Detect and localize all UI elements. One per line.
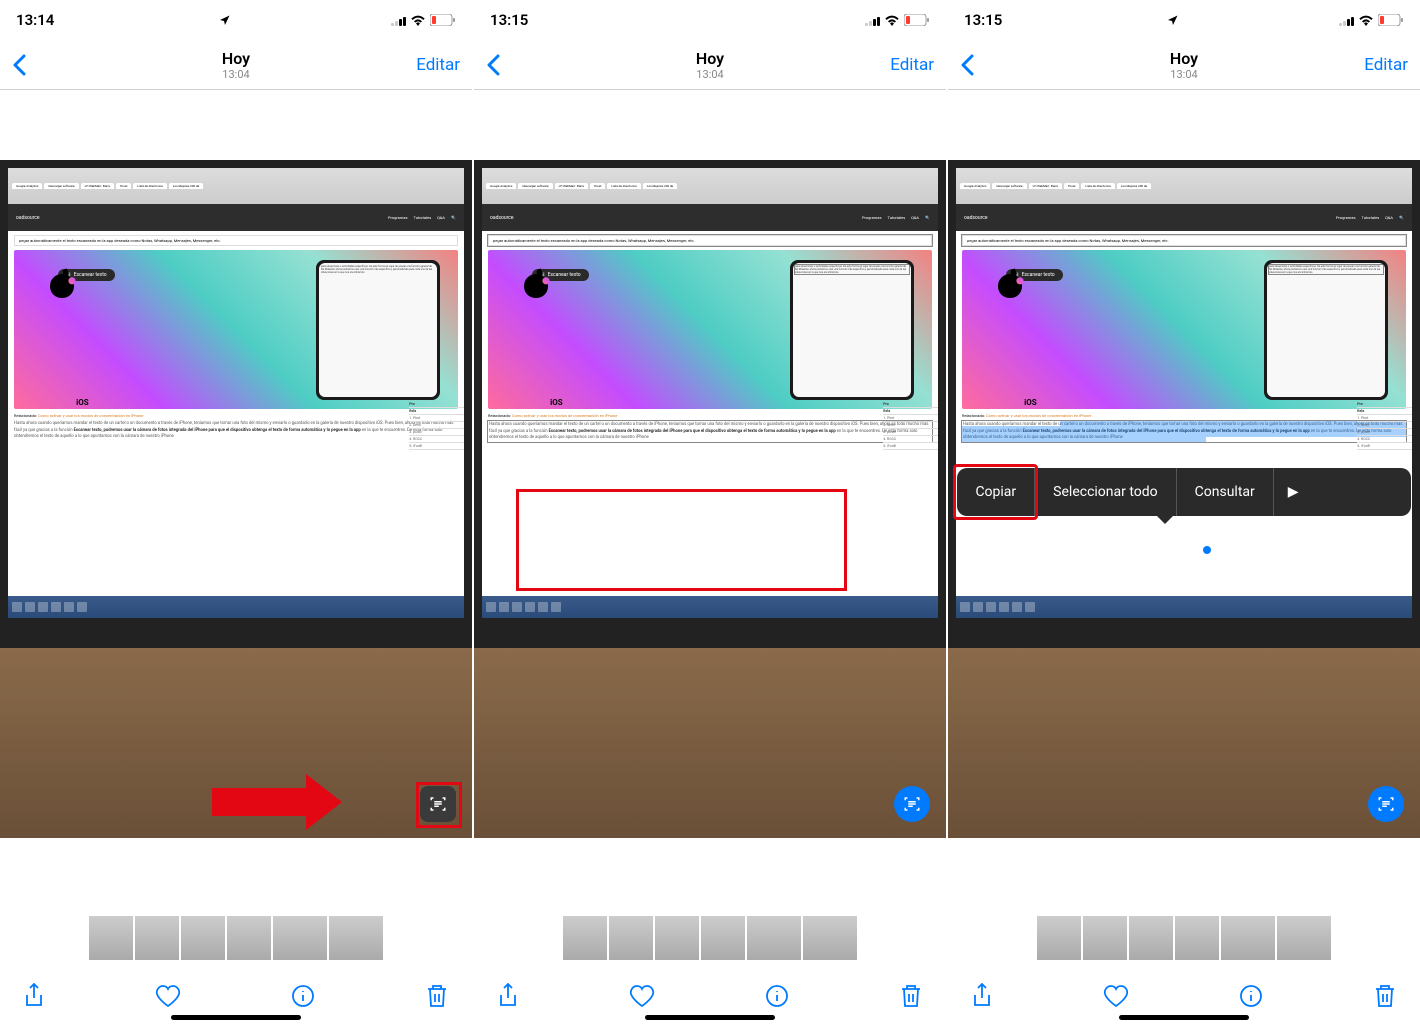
back-button[interactable] xyxy=(486,54,500,76)
edit-button[interactable]: Editar xyxy=(890,55,934,75)
battery-icon xyxy=(430,14,456,26)
annotation-box-copy xyxy=(953,464,1038,520)
edit-button[interactable]: Editar xyxy=(1364,55,1408,75)
signal-icon xyxy=(391,15,406,26)
wifi-icon xyxy=(410,14,426,26)
article-paragraph: Hasta ahora cuando queríamos mandar el t… xyxy=(14,421,458,440)
nav-subtitle: 13:04 xyxy=(696,68,724,81)
back-button[interactable] xyxy=(12,54,26,76)
battery-icon xyxy=(904,14,930,26)
favorite-button[interactable] xyxy=(1103,984,1129,1008)
nav-bar: Hoy13:04 Editar xyxy=(474,40,946,90)
info-button[interactable] xyxy=(1239,984,1263,1008)
annotation-box-text xyxy=(516,489,846,591)
favorite-button[interactable] xyxy=(155,984,181,1008)
screenshot-panel-2: 13:15 Hoy13:04 Editar Google AnalyticsDe… xyxy=(474,0,948,1024)
home-indicator[interactable] xyxy=(171,1015,301,1020)
live-text-button-active[interactable] xyxy=(1368,786,1404,822)
thumbnail-strip[interactable] xyxy=(948,908,1420,968)
share-button[interactable] xyxy=(24,983,44,1009)
selected-text-block[interactable]: Hasta ahora cuando queríamos mandar el t… xyxy=(962,421,1406,442)
info-button[interactable] xyxy=(765,984,789,1008)
location-icon xyxy=(219,14,231,26)
nav-title: Hoy xyxy=(1170,49,1198,68)
wifi-icon xyxy=(1358,14,1374,26)
text-context-menu: Copiar Seleccionar todo Consultar ▶ xyxy=(957,468,1410,516)
nav-title: Hoy xyxy=(222,49,250,68)
status-time: 13:15 xyxy=(964,11,1002,29)
image-caption: pegar automáticamente el texto escaneado… xyxy=(14,235,458,246)
favorite-button[interactable] xyxy=(629,984,655,1008)
nav-title: Hoy xyxy=(696,49,724,68)
delete-button[interactable] xyxy=(426,983,448,1009)
home-indicator[interactable] xyxy=(1119,1015,1249,1020)
location-icon xyxy=(1167,14,1179,26)
signal-icon xyxy=(865,15,880,26)
windows-taskbar xyxy=(8,596,464,619)
status-bar: 13:14 xyxy=(0,0,472,40)
context-select-all[interactable]: Seleccionar todo xyxy=(1035,468,1176,516)
info-button[interactable] xyxy=(291,984,315,1008)
context-copy[interactable]: Copiar xyxy=(957,468,1035,516)
status-time: 13:15 xyxy=(490,11,528,29)
status-time: 13:14 xyxy=(16,11,54,29)
back-button[interactable] xyxy=(960,54,974,76)
delete-button[interactable] xyxy=(900,983,922,1009)
nav-bar: Hoy 13:04 Editar xyxy=(0,40,472,90)
context-more-icon[interactable]: ▶ xyxy=(1274,484,1313,500)
browser-tabs: Google AnalyticsDescargar softwareLH Web… xyxy=(8,168,464,204)
edit-button[interactable]: Editar xyxy=(416,55,460,75)
photo-viewer[interactable]: Google AnalyticsDescargar softwareLH Web… xyxy=(948,90,1420,908)
home-indicator[interactable] xyxy=(645,1015,775,1020)
live-text-button[interactable] xyxy=(420,786,456,822)
share-button[interactable] xyxy=(498,983,518,1009)
status-bar: 13:15 xyxy=(474,0,946,40)
article-hero-image: ⊟Escanear texto iOS para situaciones o a… xyxy=(14,250,458,409)
wifi-icon xyxy=(884,14,900,26)
status-bar: 13:15 xyxy=(948,0,1420,40)
screenshot-panel-3: 13:15 Hoy13:04 Editar Google AnalyticsDe… xyxy=(948,0,1420,1024)
nav-subtitle: 13:04 xyxy=(1170,68,1198,81)
nav-subtitle: 13:04 xyxy=(222,68,250,81)
monitor-in-photo: Google AnalyticsDescargar softwareLH Web… xyxy=(0,160,472,648)
signal-icon xyxy=(1339,15,1354,26)
battery-icon xyxy=(1378,14,1404,26)
nav-bar: Hoy13:04 Editar xyxy=(948,40,1420,90)
thumbnail-strip[interactable] xyxy=(474,908,946,968)
thumbnail-strip[interactable] xyxy=(0,908,472,968)
live-text-button-active[interactable] xyxy=(894,786,930,822)
share-button[interactable] xyxy=(972,983,992,1009)
detected-text-block[interactable]: Hasta ahora cuando queríamos mandar el t… xyxy=(488,421,932,442)
site-header: oadsource ProgramasTutorialesQ&A🔍 xyxy=(8,204,464,231)
photo-viewer[interactable]: Google AnalyticsDescargar softwareLH Web… xyxy=(474,90,946,908)
annotation-arrow xyxy=(212,774,342,830)
delete-button[interactable] xyxy=(1374,983,1396,1009)
photo-viewer[interactable]: Google AnalyticsDescargar softwareLH Web… xyxy=(0,90,472,908)
context-lookup[interactable]: Consultar xyxy=(1177,468,1274,516)
screenshot-panel-1: 13:14 Hoy 13:04 Editar Google AnalyticsD… xyxy=(0,0,474,1024)
monitor-in-photo: Google AnalyticsDescargar softwareLH Web… xyxy=(948,160,1420,648)
